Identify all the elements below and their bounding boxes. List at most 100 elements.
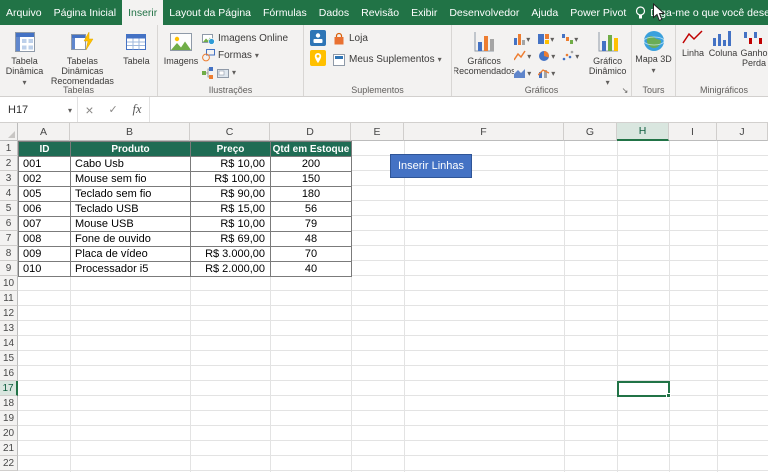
bing-maps-addin-icon[interactable] — [310, 50, 326, 66]
select-all-corner[interactable] — [0, 123, 18, 141]
row-header[interactable]: 8 — [0, 246, 18, 261]
table-cell[interactable]: 010 — [19, 262, 71, 277]
table-cell[interactable]: R$ 10,00 — [191, 157, 271, 172]
tab-arquivo[interactable]: Arquivo — [0, 0, 48, 25]
table-cell[interactable]: R$ 10,00 — [191, 217, 271, 232]
tab-exibir[interactable]: Exibir — [405, 0, 443, 25]
table-cell[interactable]: Mouse USB — [71, 217, 191, 232]
row-header[interactable]: 5 — [0, 201, 18, 216]
table-cell[interactable]: Processador i5 — [71, 262, 191, 277]
row-header[interactable]: 6 — [0, 216, 18, 231]
sparkline-winloss-button[interactable]: Ganho Perda — [738, 27, 768, 85]
row-header[interactable]: 20 — [0, 426, 18, 441]
table-cell[interactable]: 200 — [271, 157, 352, 172]
column-header-j[interactable]: J — [717, 123, 768, 141]
name-box[interactable]: H17 — [0, 97, 78, 122]
table-cell[interactable]: 56 — [271, 202, 352, 217]
row-header[interactable]: 15 — [0, 351, 18, 366]
tab-layout-da-pagina[interactable]: Layout da Página — [163, 0, 257, 25]
row-header[interactable]: 11 — [0, 291, 18, 306]
column-header-h[interactable]: H — [617, 123, 669, 141]
table-cell[interactable]: R$ 90,00 — [191, 187, 271, 202]
table-cell[interactable]: 79 — [271, 217, 352, 232]
table-cell[interactable]: 009 — [19, 247, 71, 262]
hierarchy-chart-button[interactable] — [538, 30, 562, 47]
table-header-cell[interactable]: ID — [19, 142, 71, 157]
table-cell[interactable]: Teclado sem fio — [71, 187, 191, 202]
table-cell[interactable]: 180 — [271, 187, 352, 202]
row-header[interactable]: 19 — [0, 411, 18, 426]
line-chart-button[interactable] — [514, 47, 538, 64]
column-header-c[interactable]: C — [190, 123, 270, 141]
table-cell[interactable]: 001 — [19, 157, 71, 172]
column-chart-button[interactable] — [514, 30, 538, 47]
row-header[interactable]: 10 — [0, 276, 18, 291]
table-header-cell[interactable]: Produto — [71, 142, 191, 157]
area-chart-button[interactable] — [514, 64, 538, 81]
tell-me-box[interactable]: Diga-me o que você desej — [632, 0, 768, 25]
images-button[interactable]: Imagens — [160, 27, 202, 85]
table-header-cell[interactable]: Qtd em Estoque — [271, 142, 352, 157]
table-cell[interactable]: R$ 100,00 — [191, 172, 271, 187]
row-header[interactable]: 18 — [0, 396, 18, 411]
tab-power-pivot[interactable]: Power Pivot — [564, 0, 632, 25]
table-button[interactable]: Tabela — [118, 27, 155, 85]
selected-cell[interactable] — [617, 381, 670, 397]
tab-inserir[interactable]: Inserir — [122, 0, 163, 25]
sparkline-line-button[interactable]: Linha — [678, 27, 708, 85]
map-3d-button[interactable]: Mapa 3D — [634, 27, 673, 85]
pivot-chart-button[interactable]: Gráfico Dinâmico — [586, 27, 629, 85]
row-header[interactable]: 14 — [0, 336, 18, 351]
tab-ajuda[interactable]: Ajuda — [525, 0, 564, 25]
enter-icon[interactable] — [108, 103, 117, 116]
column-header-i[interactable]: I — [669, 123, 717, 141]
table-cell[interactable]: 007 — [19, 217, 71, 232]
row-header[interactable]: 21 — [0, 441, 18, 456]
table-cell[interactable]: 006 — [19, 202, 71, 217]
sparkline-column-button[interactable]: Coluna — [708, 27, 738, 85]
waterfall-chart-button[interactable] — [562, 30, 586, 47]
row-header[interactable]: 1 — [0, 141, 18, 156]
name-box-dropdown-icon[interactable] — [68, 104, 72, 116]
row-header[interactable]: 13 — [0, 321, 18, 336]
table-cell[interactable]: R$ 69,00 — [191, 232, 271, 247]
table-header-cell[interactable]: Preço — [191, 142, 271, 157]
table-cell[interactable]: R$ 3.000,00 — [191, 247, 271, 262]
tab-revisao[interactable]: Revisão — [355, 0, 405, 25]
row-header[interactable]: 7 — [0, 231, 18, 246]
table-cell[interactable]: 002 — [19, 172, 71, 187]
column-header-e[interactable]: E — [351, 123, 404, 141]
recommended-pivots-button[interactable]: Tabelas Dinâmicas Recomendadas — [47, 27, 118, 85]
cancel-icon[interactable] — [85, 102, 93, 118]
table-cell[interactable]: 008 — [19, 232, 71, 247]
tab-dados[interactable]: Dados — [313, 0, 355, 25]
column-header-a[interactable]: A — [18, 123, 70, 141]
online-images-button[interactable]: Imagens Online — [202, 30, 288, 47]
recommended-charts-button[interactable]: Gráficos Recomendados — [454, 27, 514, 85]
row-header[interactable]: 22 — [0, 456, 18, 471]
row-header[interactable]: 4 — [0, 186, 18, 201]
table-cell[interactable]: R$ 2.000,00 — [191, 262, 271, 277]
table-cell[interactable]: Fone de ouvido — [71, 232, 191, 247]
column-header-f[interactable]: F — [404, 123, 564, 141]
table-cell[interactable]: Mouse sem fio — [71, 172, 191, 187]
sheet-cells[interactable]: ID Produto Preço Qtd em Estoque 001 Cabo… — [18, 141, 768, 472]
column-header-d[interactable]: D — [270, 123, 351, 141]
column-header-g[interactable]: G — [564, 123, 617, 141]
row-header[interactable]: 2 — [0, 156, 18, 171]
pivot-table-button[interactable]: Tabela Dinâmica — [2, 27, 47, 85]
combo-chart-button[interactable] — [538, 64, 562, 81]
table-cell[interactable]: Placa de vídeo — [71, 247, 191, 262]
table-cell[interactable]: 40 — [271, 262, 352, 277]
tab-formulas[interactable]: Fórmulas — [257, 0, 313, 25]
inserir-linhas-button[interactable]: Inserir Linhas — [390, 154, 472, 178]
pie-chart-button[interactable] — [538, 47, 562, 64]
tab-desenvolvedor[interactable]: Desenvolvedor — [443, 0, 525, 25]
column-header-b[interactable]: B — [70, 123, 190, 141]
row-header[interactable]: 12 — [0, 306, 18, 321]
row-header-17[interactable]: 17 — [0, 381, 18, 396]
table-cell[interactable]: R$ 15,00 — [191, 202, 271, 217]
my-addins-button[interactable]: Meus Suplementos — [332, 51, 442, 68]
insert-function-button[interactable]: fx — [133, 102, 142, 117]
row-header[interactable]: 9 — [0, 261, 18, 276]
